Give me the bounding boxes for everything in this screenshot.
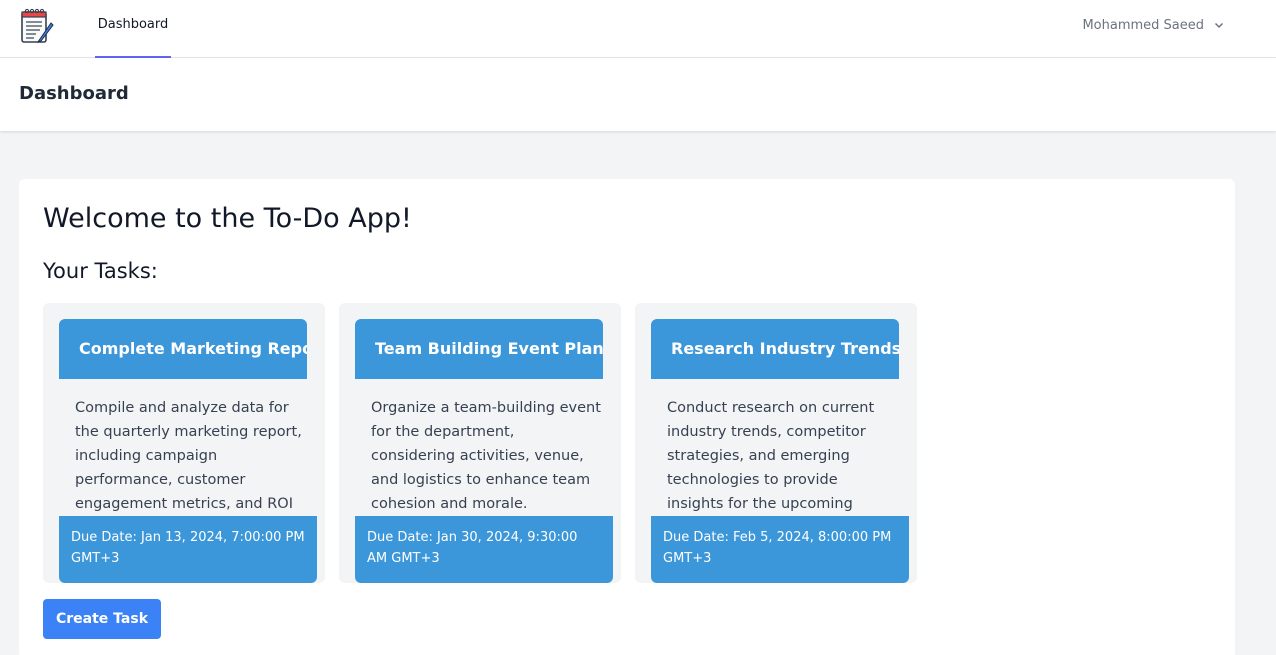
task-description: Organize a team-building event for the d…	[371, 400, 601, 512]
main-panel: Welcome to the To-Do App! Your Tasks: Co…	[19, 179, 1235, 655]
task-due-date: Due Date: Jan 13, 2024, 7:00:00 PM GMT+3	[59, 516, 317, 583]
task-title: Complete Marketing Report	[59, 319, 307, 379]
welcome-heading: Welcome to the To-Do App!	[43, 203, 412, 234]
nav-dashboard-link[interactable]: Dashboard	[95, 0, 171, 58]
notepad-pencil-icon[interactable]	[18, 6, 56, 44]
page-header: Dashboard	[0, 58, 1276, 131]
top-navbar: Dashboard Mohammed Saeed	[0, 0, 1276, 58]
tasks-heading: Your Tasks:	[43, 259, 158, 283]
task-due-date: Due Date: Jan 30, 2024, 9:30:00 AM GMT+3	[355, 516, 613, 583]
task-card[interactable]: Complete Marketing Report Compile and an…	[43, 303, 325, 583]
task-description: Conduct research on current industry tre…	[667, 400, 875, 512]
chevron-down-icon	[1214, 22, 1224, 29]
task-title: Research Industry Trends	[651, 319, 899, 379]
task-due-date: Due Date: Feb 5, 2024, 8:00:00 PM GMT+3	[651, 516, 909, 583]
user-name: Mohammed Saeed	[1082, 17, 1204, 33]
page-title: Dashboard	[19, 83, 129, 104]
create-task-button[interactable]: Create Task	[43, 599, 161, 639]
task-title: Team Building Event Planning	[355, 319, 603, 379]
task-card[interactable]: Team Building Event Planning Organize a …	[339, 303, 621, 583]
user-menu[interactable]: Mohammed Saeed	[1082, 15, 1224, 35]
task-card[interactable]: Research Industry Trends Conduct researc…	[635, 303, 917, 583]
task-description: Compile and analyze data for the quarter…	[75, 400, 302, 512]
